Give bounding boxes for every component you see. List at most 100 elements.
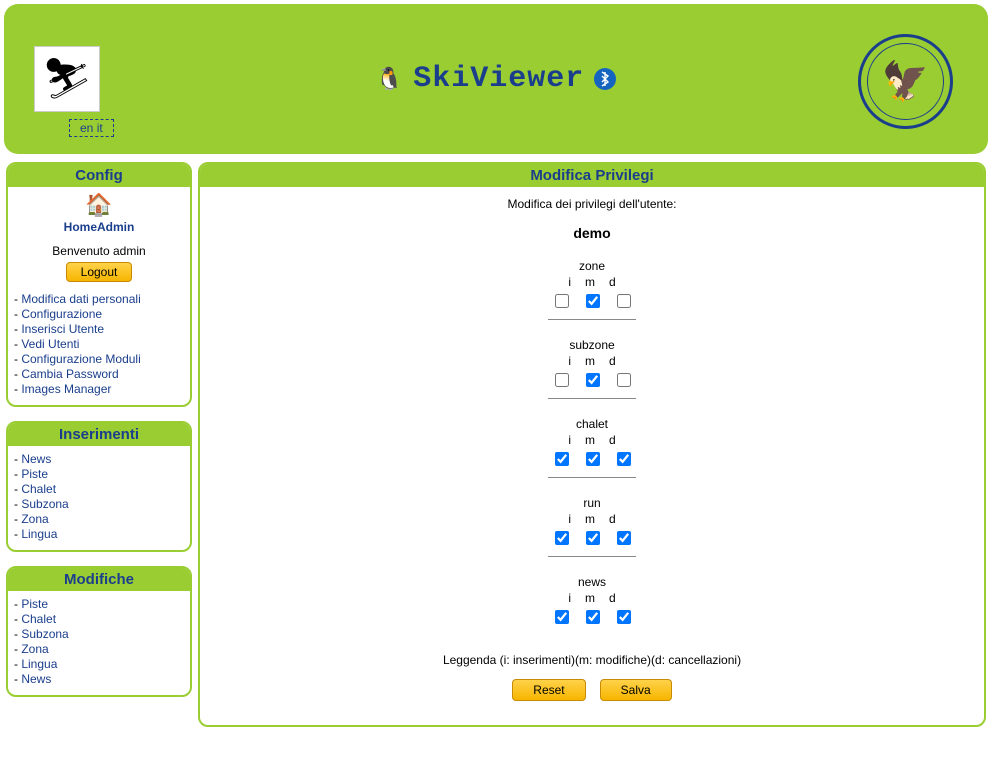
inserimenti-link-1[interactable]: Piste bbox=[21, 467, 48, 481]
inserimenti-link-3[interactable]: Subzona bbox=[21, 497, 68, 511]
modifiche-link-1[interactable]: Chalet bbox=[21, 612, 56, 626]
col-label: i bbox=[568, 275, 571, 289]
config-link-3[interactable]: Vedi Utenti bbox=[21, 337, 79, 351]
col-label: d bbox=[609, 591, 616, 605]
save-button[interactable]: Salva bbox=[600, 679, 672, 701]
priv-subzone-d-checkbox[interactable] bbox=[617, 373, 631, 387]
config-item: - Vedi Utenti bbox=[14, 337, 184, 351]
priv-news-m-checkbox[interactable] bbox=[586, 610, 600, 624]
priv-group-run: run imd bbox=[548, 496, 636, 557]
checkbox-row bbox=[548, 291, 636, 320]
page-title: Modifica Privilegi bbox=[200, 164, 984, 187]
inserimenti-item: - News bbox=[14, 452, 184, 466]
imd-header: imd bbox=[548, 275, 636, 289]
modifiche-item: - Zona bbox=[14, 642, 184, 656]
privileges-groups: zoneimdsubzoneimdchaletimdrunimdnewsimd bbox=[200, 241, 984, 635]
inserimenti-link-5[interactable]: Lingua bbox=[21, 527, 57, 541]
title-wrap: 🐧 SkiViewer bbox=[4, 4, 988, 154]
modifiche-item: - Lingua bbox=[14, 657, 184, 671]
col-label: m bbox=[585, 512, 595, 526]
bluetooth-icon bbox=[594, 68, 616, 90]
home-admin-link[interactable]: HomeAdmin bbox=[14, 220, 184, 234]
col-label: d bbox=[609, 512, 616, 526]
home-icon[interactable]: 🏠 bbox=[85, 192, 112, 218]
priv-chalet-d-checkbox[interactable] bbox=[617, 452, 631, 466]
priv-group-news: newsimd bbox=[548, 575, 636, 635]
priv-run-i-checkbox[interactable] bbox=[555, 531, 569, 545]
modifiche-link-4[interactable]: Lingua bbox=[21, 657, 57, 671]
priv-run-m-checkbox[interactable] bbox=[586, 531, 600, 545]
inserimenti-item: - Chalet bbox=[14, 482, 184, 496]
config-link-2[interactable]: Inserisci Utente bbox=[21, 322, 104, 336]
priv-news-i-checkbox[interactable] bbox=[555, 610, 569, 624]
modifiche-item: - Chalet bbox=[14, 612, 184, 626]
priv-group-title: news bbox=[548, 575, 636, 589]
config-item: - Modifica dati personali bbox=[14, 292, 184, 306]
inserimenti-link-0[interactable]: News bbox=[21, 452, 51, 466]
config-item: - Images Manager bbox=[14, 382, 184, 396]
col-label: m bbox=[585, 591, 595, 605]
col-label: i bbox=[568, 354, 571, 368]
config-link-0[interactable]: Modifica dati personali bbox=[21, 292, 140, 306]
checkbox-row bbox=[548, 370, 636, 399]
main: Modifica Privilegi Modifica dei privileg… bbox=[198, 162, 986, 727]
priv-subzone-i-checkbox[interactable] bbox=[555, 373, 569, 387]
priv-zone-i-checkbox[interactable] bbox=[555, 294, 569, 308]
checkbox-row bbox=[548, 607, 636, 635]
priv-group-title: run bbox=[548, 496, 636, 510]
legend-text: Leggenda (i: inserimenti)(m: modifiche)(… bbox=[200, 653, 984, 667]
modifiche-item: - News bbox=[14, 672, 184, 686]
config-link-1[interactable]: Configurazione bbox=[21, 307, 102, 321]
col-label: d bbox=[609, 354, 616, 368]
col-label: m bbox=[585, 275, 595, 289]
inserimenti-item: - Zona bbox=[14, 512, 184, 526]
col-label: m bbox=[585, 354, 595, 368]
inserimenti-menu: - News- Piste- Chalet- Subzona- Zona- Li… bbox=[8, 446, 190, 550]
priv-group-zone: zone imd bbox=[548, 259, 636, 320]
modifiche-menu: - Piste- Chalet- Subzona- Zona- Lingua- … bbox=[8, 591, 190, 695]
imd-header: imd bbox=[548, 512, 636, 526]
col-label: i bbox=[568, 512, 571, 526]
config-item: - Cambia Password bbox=[14, 367, 184, 381]
inserimenti-title: Inserimenti bbox=[8, 423, 190, 446]
config-item: - Inserisci Utente bbox=[14, 322, 184, 336]
config-link-5[interactable]: Cambia Password bbox=[21, 367, 118, 381]
priv-zone-d-checkbox[interactable] bbox=[617, 294, 631, 308]
priv-subzone-m-checkbox[interactable] bbox=[586, 373, 600, 387]
config-menu: - Modifica dati personali- Configurazion… bbox=[14, 292, 184, 396]
priv-news-d-checkbox[interactable] bbox=[617, 610, 631, 624]
priv-chalet-m-checkbox[interactable] bbox=[586, 452, 600, 466]
imd-header: imd bbox=[548, 433, 636, 447]
col-label: m bbox=[585, 433, 595, 447]
config-link-6[interactable]: Images Manager bbox=[21, 382, 111, 396]
config-item: - Configurazione bbox=[14, 307, 184, 321]
priv-group-title: chalet bbox=[548, 417, 636, 431]
sidebar: Config 🏠 HomeAdmin Benvenuto admin Logou… bbox=[6, 162, 192, 697]
inserimenti-link-2[interactable]: Chalet bbox=[21, 482, 56, 496]
config-title: Config bbox=[8, 164, 190, 187]
modifiche-link-2[interactable]: Subzona bbox=[21, 627, 68, 641]
logout-button[interactable]: Logout bbox=[66, 262, 133, 282]
config-link-4[interactable]: Configurazione Moduli bbox=[21, 352, 140, 366]
inserimenti-link-4[interactable]: Zona bbox=[21, 512, 48, 526]
inserimenti-item: - Lingua bbox=[14, 527, 184, 541]
modifiche-link-5[interactable]: News bbox=[21, 672, 51, 686]
modifiche-link-0[interactable]: Piste bbox=[21, 597, 48, 611]
modifiche-title: Modifiche bbox=[8, 568, 190, 591]
priv-run-d-checkbox[interactable] bbox=[617, 531, 631, 545]
inserimenti-item: - Subzona bbox=[14, 497, 184, 511]
modifiche-item: - Piste bbox=[14, 597, 184, 611]
priv-group-subzone: subzoneimd bbox=[548, 338, 636, 399]
university-seal-icon: 🦅 bbox=[858, 34, 953, 129]
reset-button[interactable]: Reset bbox=[512, 679, 585, 701]
priv-zone-m-checkbox[interactable] bbox=[586, 294, 600, 308]
col-label: d bbox=[609, 433, 616, 447]
header: ⛷ en it 🐧 SkiViewer 🦅 bbox=[4, 4, 988, 154]
config-panel: Config 🏠 HomeAdmin Benvenuto admin Logou… bbox=[6, 162, 192, 407]
app-title: SkiViewer bbox=[413, 62, 584, 96]
priv-chalet-i-checkbox[interactable] bbox=[555, 452, 569, 466]
target-username: demo bbox=[200, 225, 984, 241]
priv-group-chalet: chalet imd bbox=[548, 417, 636, 478]
modifiche-link-3[interactable]: Zona bbox=[21, 642, 48, 656]
priv-group-title: zone bbox=[548, 259, 636, 273]
